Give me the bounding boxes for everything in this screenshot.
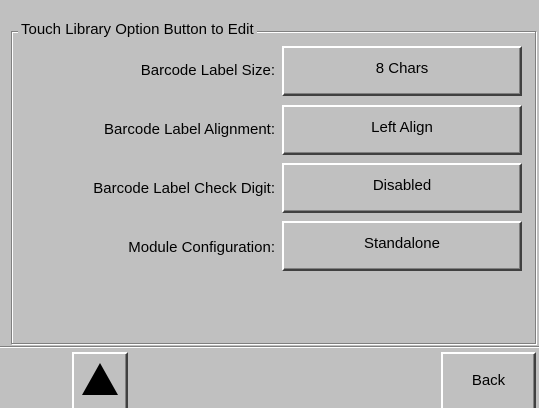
footer-separator — [0, 346, 539, 348]
barcode-label-size-button[interactable]: 8 Chars — [282, 46, 522, 96]
groupbox-title: Touch Library Option Button to Edit — [18, 20, 257, 40]
scroll-up-button[interactable] — [72, 352, 128, 408]
back-button[interactable]: Back — [441, 352, 536, 408]
up-triangle-icon — [82, 363, 118, 395]
module-configuration-label: Module Configuration: — [128, 239, 275, 256]
module-configuration-button[interactable]: Standalone — [282, 221, 522, 271]
barcode-label-alignment-button[interactable]: Left Align — [282, 105, 522, 155]
barcode-label-check-digit-label: Barcode Label Check Digit: — [93, 180, 275, 197]
barcode-label-alignment-label: Barcode Label Alignment: — [104, 121, 275, 138]
barcode-label-check-digit-button[interactable]: Disabled — [282, 163, 522, 213]
barcode-label-size-label: Barcode Label Size: — [140, 62, 275, 79]
library-options-window: Touch Library Option Button to Edit Barc… — [0, 0, 539, 408]
